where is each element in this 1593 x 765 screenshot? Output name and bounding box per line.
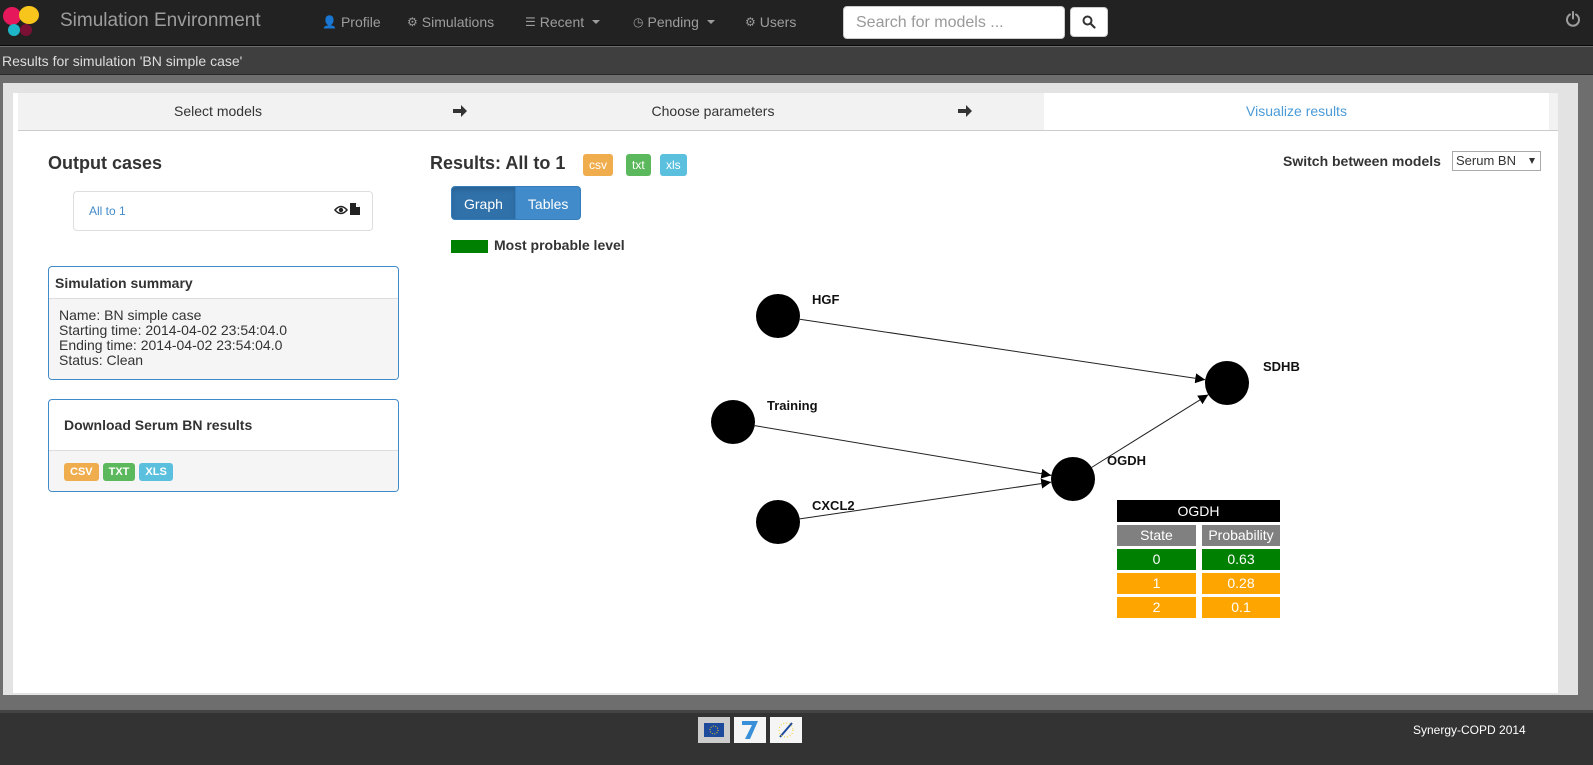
- cpt-row: 0 0.63: [1117, 549, 1280, 570]
- search-button[interactable]: [1070, 7, 1108, 37]
- step-visualize-results[interactable]: Visualize results: [1044, 93, 1549, 130]
- legend-swatch-most-probable: [451, 240, 488, 253]
- search-icon: [1082, 15, 1096, 29]
- node-ogdh[interactable]: [1051, 457, 1095, 501]
- view-toggle: Graph Tables: [451, 186, 582, 220]
- node-training[interactable]: [711, 400, 755, 444]
- summary-heading: Simulation summary: [49, 267, 398, 299]
- output-cases-heading: Output cases: [48, 153, 163, 173]
- node-sdhb[interactable]: [1205, 361, 1249, 405]
- user-icon: 👤: [322, 15, 337, 29]
- partner-logo-icon: [770, 717, 802, 743]
- nav-users[interactable]: ⚙ Users: [745, 14, 796, 30]
- nav-recent-label: Recent: [539, 14, 585, 30]
- arrow-right-icon: [958, 105, 972, 117]
- download-heading: Download Serum BN results: [49, 400, 398, 451]
- gear-icon: ⚙: [407, 15, 418, 29]
- output-case-item: All to 1: [73, 191, 373, 231]
- app-logo-icon[interactable]: [2, 5, 40, 37]
- results-csv-button[interactable]: csv: [583, 154, 613, 176]
- footer-copyright: Synergy-COPD 2014: [1413, 723, 1526, 737]
- page-title: Results for simulation 'BN simple case': [2, 53, 243, 69]
- summary-end-time: Ending time: 2014-04-02 23:54:04.0: [59, 337, 283, 353]
- download-panel: Download Serum BN results CSV TXT XLS: [48, 399, 399, 492]
- search-input[interactable]: [843, 6, 1065, 39]
- cpt-state-cell: 2: [1117, 597, 1196, 618]
- node-cxcl2[interactable]: [756, 500, 800, 544]
- footer-logos: [698, 717, 802, 743]
- download-txt-button[interactable]: TXT: [102, 463, 136, 481]
- node-hgf[interactable]: [756, 294, 800, 338]
- select-arrow-icon: [1529, 158, 1535, 164]
- main-content: [13, 93, 1558, 693]
- model-select[interactable]: Serum BN: [1452, 151, 1541, 171]
- cpt-header-probability: Probability: [1202, 525, 1280, 546]
- cpt-header-row: State Probability: [1117, 525, 1280, 546]
- cpt-row: 2 0.1: [1117, 597, 1280, 618]
- clock-icon: ◷: [633, 15, 644, 29]
- wizard-steps: Select models Choose parameters Visualiz…: [18, 93, 1558, 131]
- nav-simulations-label: Simulations: [421, 14, 495, 30]
- gear-icon: ⚙: [745, 15, 756, 29]
- results-xls-button[interactable]: xls: [660, 154, 687, 176]
- cpt-row: 1 0.28: [1117, 573, 1280, 594]
- download-csv-button[interactable]: CSV: [64, 463, 99, 481]
- nav-profile[interactable]: 👤 Profile: [322, 14, 381, 30]
- power-icon[interactable]: [1565, 11, 1581, 27]
- nav-recent[interactable]: ☰ Recent: [525, 14, 601, 30]
- model-select-value: Serum BN: [1456, 153, 1516, 168]
- step-select-models[interactable]: Select models: [18, 93, 418, 130]
- summary-name: Name: BN simple case: [59, 307, 202, 323]
- simulation-summary-panel: Simulation summary Name: BN simple case …: [48, 266, 399, 380]
- nav-profile-label: Profile: [340, 14, 381, 30]
- app-brand[interactable]: Simulation Environment: [60, 10, 261, 32]
- summary-body: Name: BN simple case Starting time: 2014…: [49, 299, 398, 379]
- tab-tables[interactable]: Tables: [515, 186, 582, 220]
- caret-down-icon: [706, 20, 715, 24]
- results-heading: Results: All to 1: [430, 153, 566, 173]
- step-choose-parameters[interactable]: Choose parameters: [513, 93, 913, 130]
- cpt-probability-cell: 0.1: [1202, 597, 1280, 618]
- cpt-table: OGDH State Probability 0 0.63 1 0.28 2 0.1: [1117, 500, 1280, 618]
- arrow-right-icon: [453, 105, 467, 117]
- top-navbar: Simulation Environment 👤 Profile ⚙ Simul…: [0, 0, 1593, 46]
- eu-flag-logo-icon: [698, 717, 730, 743]
- nav-pending[interactable]: ◷ Pending: [633, 14, 715, 30]
- nav-pending-label: Pending: [647, 14, 699, 30]
- legend-label: Most probable level: [494, 237, 625, 253]
- cpt-probability-cell: 0.28: [1202, 573, 1280, 594]
- summary-start-time: Starting time: 2014-04-02 23:54:04.0: [59, 322, 288, 338]
- eye-icon[interactable]: [334, 205, 348, 215]
- results-txt-button[interactable]: txt: [626, 154, 651, 176]
- nav-users-label: Users: [759, 14, 797, 30]
- cpt-state-cell: 0: [1117, 549, 1196, 570]
- download-buttons: CSV TXT XLS: [49, 451, 398, 491]
- cpt-title: OGDH: [1117, 500, 1280, 522]
- page-subheader: Results for simulation 'BN simple case': [0, 47, 1593, 75]
- cpt-header-state: State: [1117, 525, 1196, 546]
- file-icon[interactable]: [350, 203, 360, 215]
- fp7-logo-icon: [734, 717, 766, 743]
- caret-down-icon: [592, 20, 601, 24]
- output-case-link[interactable]: All to 1: [89, 204, 126, 218]
- download-xls-button[interactable]: XLS: [139, 463, 173, 481]
- switch-models-label: Switch between models: [1283, 153, 1441, 169]
- tab-graph[interactable]: Graph: [451, 186, 516, 220]
- list-icon: ☰: [525, 15, 536, 29]
- cpt-state-cell: 1: [1117, 573, 1196, 594]
- cpt-probability-cell: 0.63: [1202, 549, 1280, 570]
- nav-simulations[interactable]: ⚙ Simulations: [407, 14, 494, 30]
- summary-status: Status: Clean: [59, 352, 144, 368]
